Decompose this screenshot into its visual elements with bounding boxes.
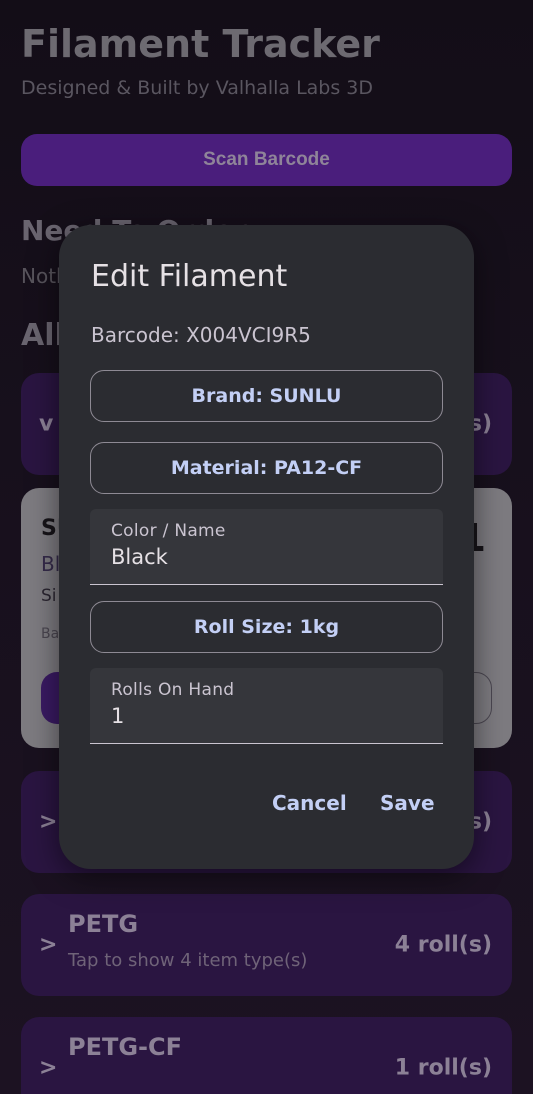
color-name-label: Color / Name — [111, 521, 226, 541]
app-title: Filament Tracker — [21, 22, 380, 66]
group-card-petg[interactable]: > PETG Tap to show 4 item type(s) 4 roll… — [21, 894, 512, 996]
item-size: Si — [41, 586, 57, 606]
save-button[interactable]: Save — [380, 791, 435, 815]
roll-size-button[interactable]: Roll Size: 1kg — [90, 601, 443, 653]
scan-barcode-button[interactable]: Scan Barcode — [21, 134, 512, 186]
edit-filament-dialog: Edit Filament Barcode: X004VCI9R5 Brand:… — [59, 225, 474, 869]
material-button[interactable]: Material: PA12-CF — [90, 442, 443, 494]
item-color: Bl — [41, 552, 61, 576]
cancel-button[interactable]: Cancel — [272, 791, 347, 815]
dialog-title: Edit Filament — [91, 259, 288, 294]
chevron-right-icon: > — [39, 809, 58, 835]
chevron-down-icon: v — [39, 411, 54, 437]
app-screen: Filament Tracker Designed & Built by Val… — [0, 0, 533, 1094]
brand-button[interactable]: Brand: SUNLU — [90, 370, 443, 422]
color-name-field[interactable]: Color / Name — [90, 509, 443, 585]
group-hint: Tap to show 4 item type(s) — [68, 950, 308, 971]
app-subtitle: Designed & Built by Valhalla Labs 3D — [21, 77, 374, 99]
group-count: 4 roll(s) — [394, 932, 492, 958]
group-count: 1 roll(s) — [394, 1055, 492, 1081]
rolls-on-hand-label: Rolls On Hand — [111, 680, 235, 700]
rolls-on-hand-field[interactable]: Rolls On Hand — [90, 668, 443, 744]
chevron-right-icon: > — [39, 1055, 58, 1081]
item-barcode: Ba — [41, 626, 60, 642]
group-name: PETG-CF — [68, 1033, 183, 1061]
barcode-text: Barcode: X004VCI9R5 — [91, 323, 311, 347]
group-card-petg-cf[interactable]: > PETG-CF 1 roll(s) — [21, 1017, 512, 1094]
group-name: PETG — [68, 910, 139, 938]
rolls-on-hand-input[interactable] — [111, 704, 421, 728]
color-name-input[interactable] — [111, 545, 421, 569]
chevron-right-icon: > — [39, 932, 58, 958]
